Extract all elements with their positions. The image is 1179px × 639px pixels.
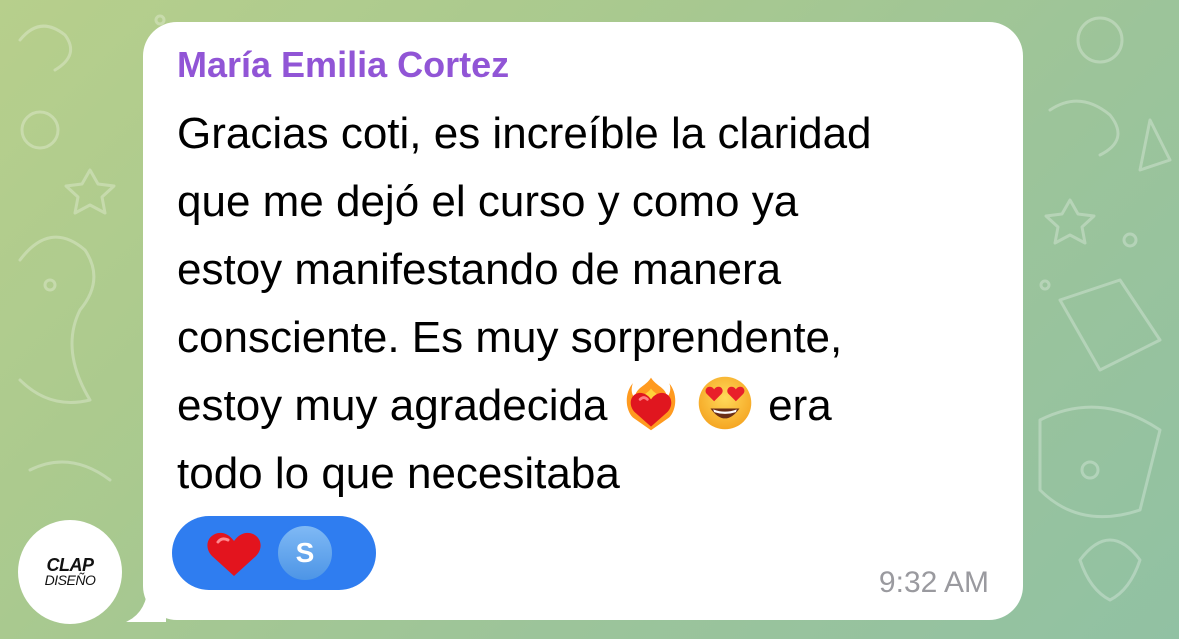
message-timestamp: 9:32 AM	[878, 566, 989, 599]
message-line: que me dejó el curso y como ya	[177, 177, 799, 226]
heart-on-fire-emoji	[626, 377, 675, 431]
reaction-button[interactable]: S	[172, 516, 376, 590]
heart-eyes-emoji	[698, 376, 752, 430]
message-line: todo lo que necesitaba	[177, 449, 620, 498]
logo-subtitle: DISEÑO	[44, 572, 96, 588]
message-line: Gracias coti, es increíble la claridad	[177, 109, 872, 158]
logo-wordmark: CLAP	[46, 555, 95, 575]
red-heart-emoji	[207, 532, 261, 576]
clap-diseno-logo: CLAP DISEÑO	[18, 520, 122, 624]
message-line: consciente. Es muy sorprendente,	[177, 313, 843, 362]
message-line: estoy manifestando de manera	[177, 245, 782, 294]
sender-name[interactable]: María Emilia Cortez	[177, 44, 509, 86]
message-bubble[interactable]: María Emilia Cortez Gracias coti, es inc…	[143, 22, 1023, 620]
reactor-avatar[interactable]: S	[276, 524, 334, 582]
message-line-with-emojis: estoy muy agradecida era	[177, 372, 1007, 440]
message-line-text-end: era	[768, 381, 832, 430]
message-line-text: estoy muy agradecida	[177, 381, 608, 430]
message-text: Gracias coti, es increíble la claridad q…	[177, 100, 1007, 508]
